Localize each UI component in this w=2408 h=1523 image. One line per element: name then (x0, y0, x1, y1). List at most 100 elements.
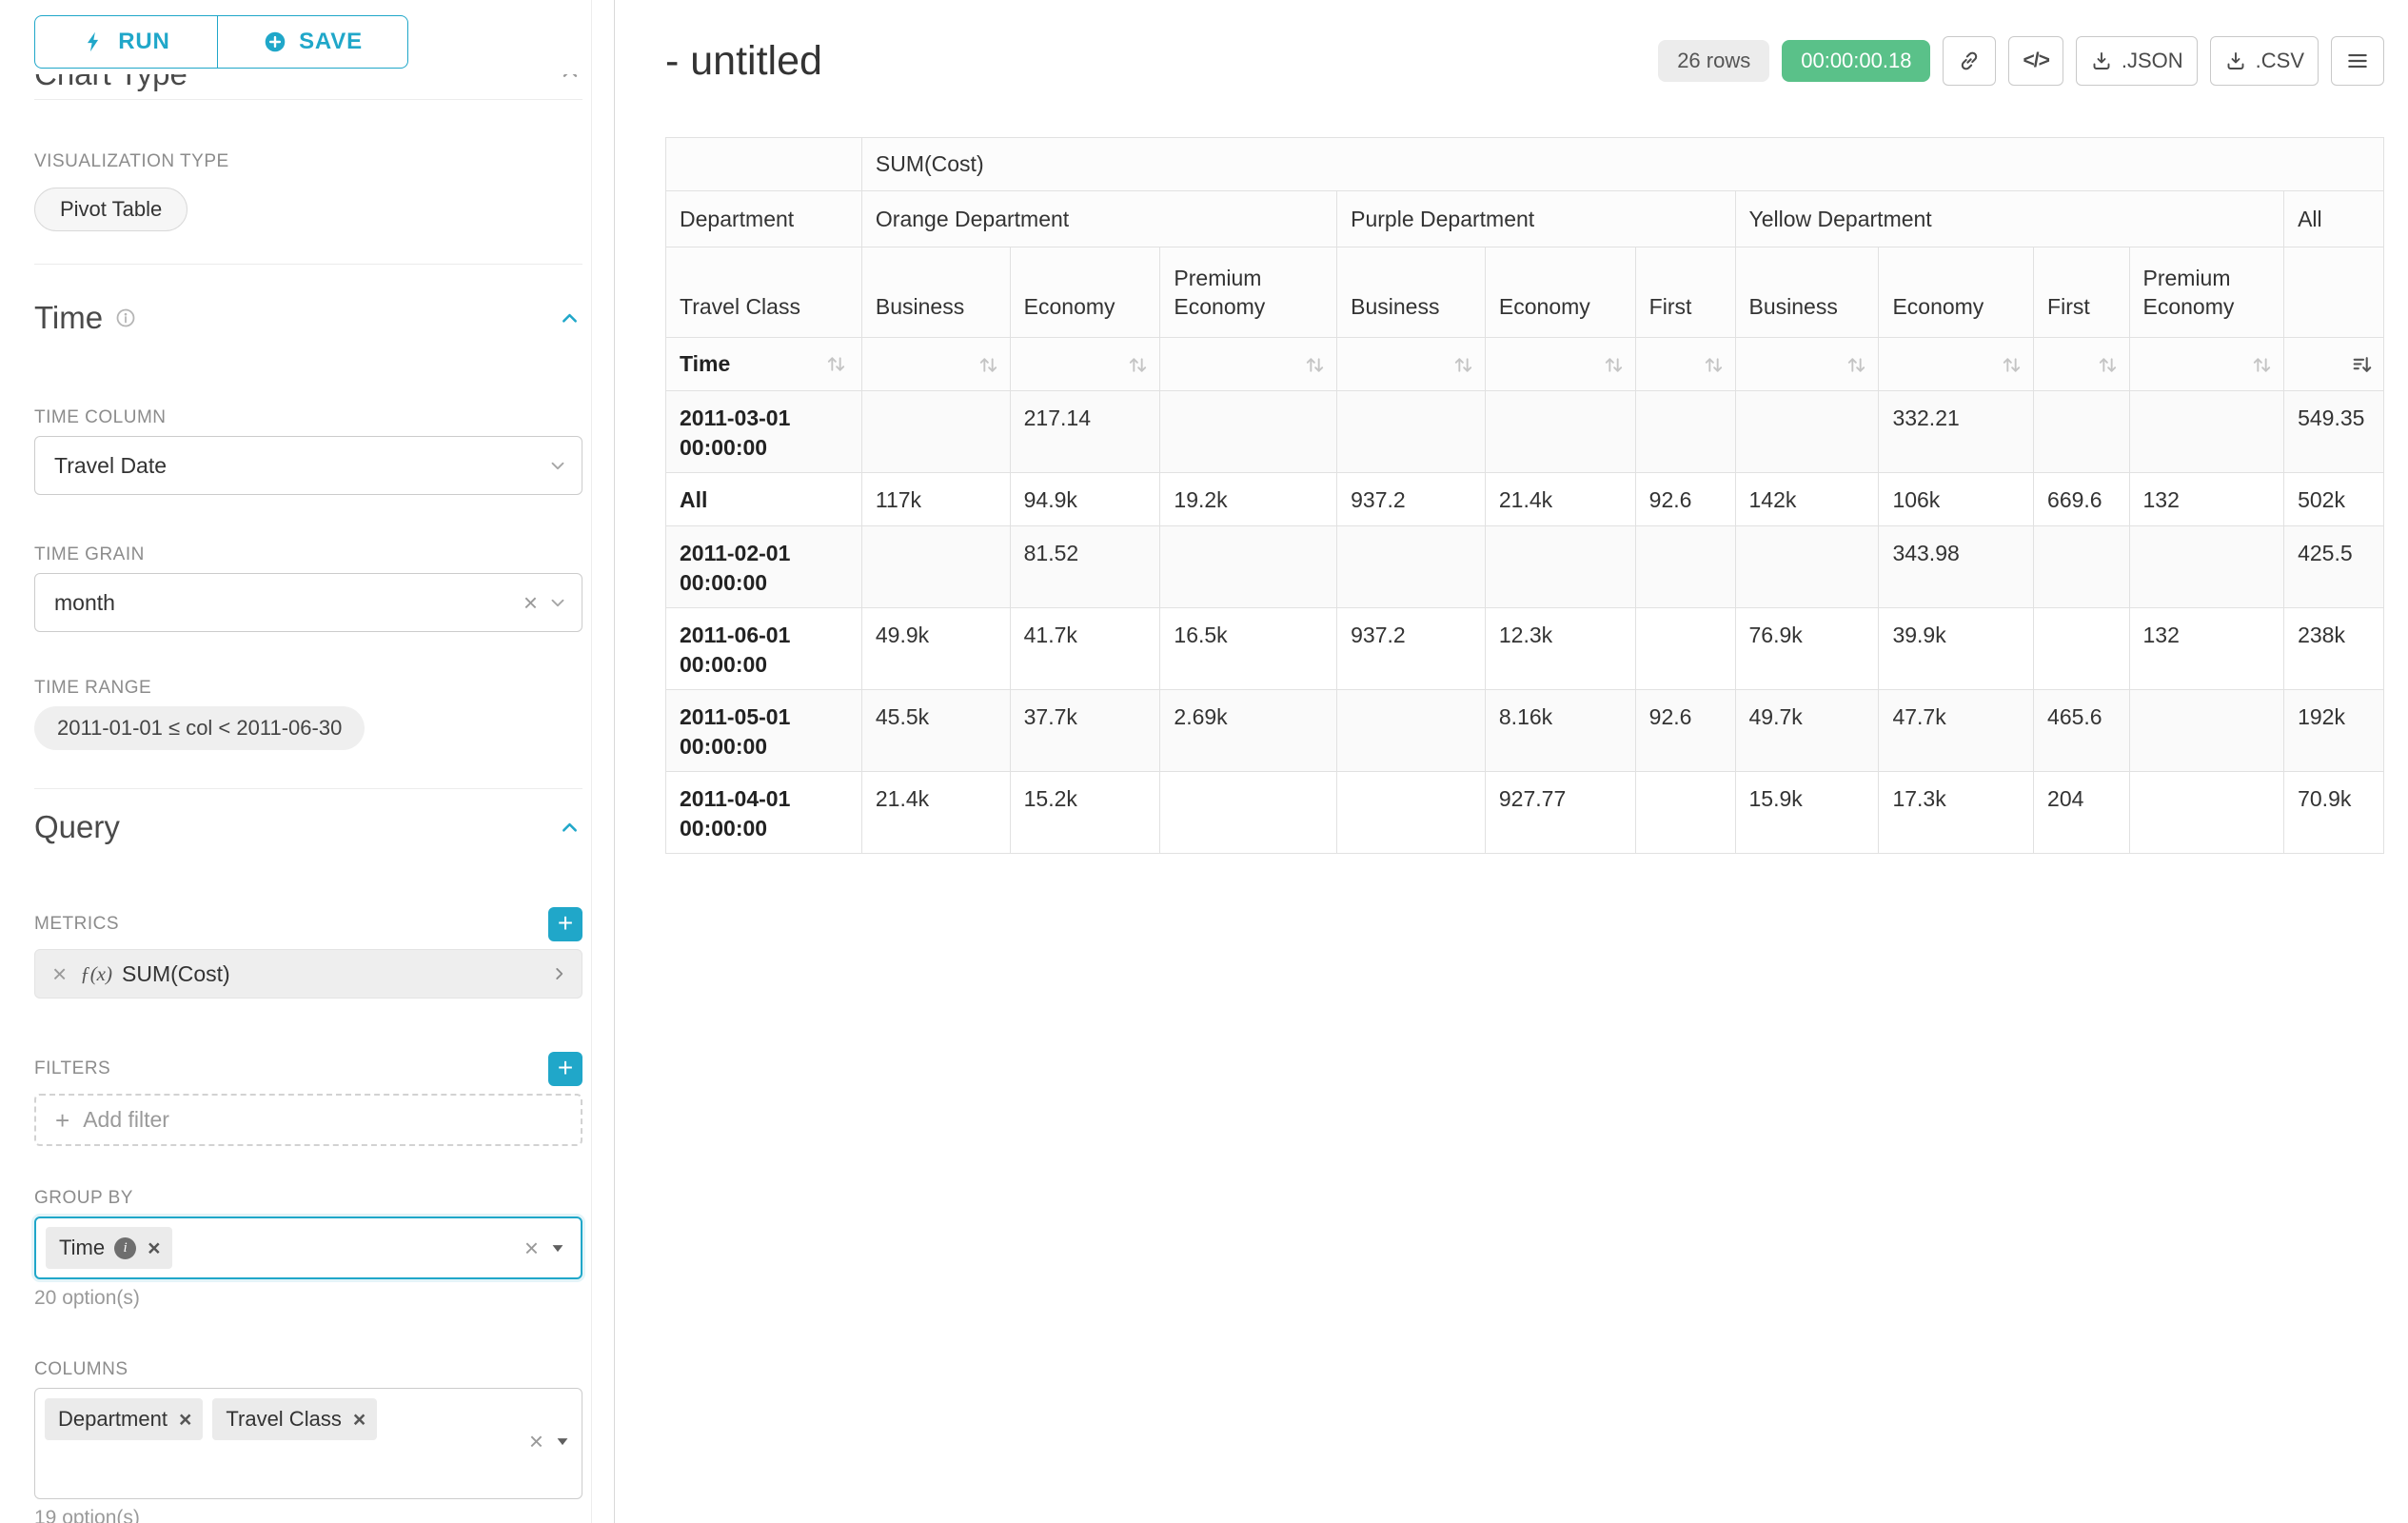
sort-icon[interactable] (2000, 353, 2023, 377)
value-cell (1337, 690, 1486, 772)
value-cell (1635, 608, 1735, 690)
columns-select[interactable]: Department × Travel Class × × (34, 1388, 582, 1499)
column-header: First (1635, 247, 1735, 338)
chevron-up-icon[interactable] (557, 306, 582, 331)
control-panel: RUN SAVE Chart Type VISUALIZATION TYPE P… (0, 0, 615, 1523)
value-cell: 76.9k (1735, 608, 1879, 690)
menu-button[interactable] (2331, 36, 2384, 86)
copy-link-button[interactable] (1943, 36, 1996, 86)
explore-view: RUN SAVE Chart Type VISUALIZATION TYPE P… (0, 0, 2408, 1523)
column-header: Business (1735, 247, 1879, 338)
add-metric-button[interactable]: + (548, 907, 582, 941)
value-cell: 549.35 (2284, 391, 2384, 473)
table-row: All117k94.9k19.2k937.221.4k92.6142k106k6… (666, 473, 2384, 526)
chart-title[interactable]: - untitled (665, 38, 822, 85)
value-cell: 21.4k (1485, 473, 1635, 526)
divider (34, 99, 582, 100)
query-section-header[interactable]: Query (34, 808, 582, 846)
value-cell (861, 526, 1010, 608)
group-by-select[interactable]: Time i × × (34, 1216, 582, 1279)
sort-icon[interactable] (1602, 353, 1626, 377)
time-column-select[interactable]: Travel Date (34, 436, 582, 495)
chevron-up-icon[interactable] (557, 815, 582, 841)
value-cell (1635, 772, 1735, 854)
columns-tag: Department × (45, 1398, 203, 1440)
caret-right-icon[interactable] (549, 963, 570, 984)
value-cell: 117k (861, 473, 1010, 526)
time-grain-select[interactable]: month × (34, 573, 582, 632)
row-label: 2011-04-01 00:00:00 (666, 772, 862, 854)
remove-tag-icon[interactable]: × (146, 1237, 160, 1259)
sort-icon[interactable] (2250, 353, 2274, 377)
metric-header-row: SUM(Cost) (666, 138, 2384, 191)
time-column-label: TIME COLUMN (34, 407, 582, 428)
value-cell: 425.5 (2284, 526, 2384, 608)
add-filter-plus-button[interactable]: + (548, 1052, 582, 1086)
column-header: Premium Economy (2129, 247, 2284, 338)
chevron-up-icon[interactable] (558, 74, 582, 86)
value-cell (1635, 391, 1735, 473)
sort-icon[interactable] (2096, 353, 2120, 377)
value-cell: 238k (2284, 608, 2384, 690)
value-cell: 204 (2034, 772, 2129, 854)
code-icon: </> (2023, 49, 2048, 72)
row-label: All (666, 473, 862, 526)
viz-type-pill[interactable]: Pivot Table (34, 188, 188, 231)
group-by-options-hint: 20 option(s) (34, 1287, 582, 1310)
sort-descending-icon[interactable] (2350, 353, 2374, 377)
sort-icon[interactable] (1303, 353, 1327, 377)
embed-code-button[interactable]: </> (2008, 36, 2063, 86)
value-cell (2034, 608, 2129, 690)
chevron-down-icon (547, 592, 568, 613)
table-row: 2011-02-01 00:00:0081.52343.98425.5 (666, 526, 2384, 608)
sort-icon[interactable] (824, 352, 848, 376)
sort-cell (2284, 338, 2384, 391)
save-button[interactable]: SAVE (217, 15, 408, 69)
column-group-header: Orange Department (861, 191, 1336, 247)
info-icon (114, 307, 137, 329)
time-range-pill[interactable]: 2011-01-01 ≤ col < 2011-06-30 (34, 706, 365, 750)
metric-item[interactable]: × ƒ(x) SUM(Cost) (34, 949, 582, 999)
value-cell (1485, 391, 1635, 473)
caret-down-icon (548, 1238, 567, 1257)
remove-tag-icon[interactable]: × (351, 1409, 365, 1431)
clear-icon[interactable]: × (520, 1429, 553, 1454)
value-cell: 19.2k (1160, 473, 1337, 526)
sort-icon[interactable] (1126, 353, 1150, 377)
value-cell (1337, 526, 1486, 608)
download-csv-button[interactable]: .CSV (2210, 36, 2319, 86)
value-cell: 16.5k (1160, 608, 1337, 690)
time-section-header[interactable]: Time (34, 299, 582, 337)
sort-cell (1337, 338, 1486, 391)
sort-icon[interactable] (977, 353, 1000, 377)
query-section-title: Query (34, 809, 120, 845)
row-label: 2011-02-01 00:00:00 (666, 526, 862, 608)
clear-icon[interactable]: × (514, 590, 547, 615)
run-button[interactable]: RUN (34, 15, 218, 69)
remove-metric-icon[interactable]: × (43, 961, 76, 986)
value-cell: 343.98 (1879, 526, 2034, 608)
value-cell: 21.4k (861, 772, 1010, 854)
value-cell: 45.5k (861, 690, 1010, 772)
value-cell (1735, 391, 1879, 473)
row-label: 2011-05-01 00:00:00 (666, 690, 862, 772)
download-json-button[interactable]: .JSON (2076, 36, 2198, 86)
sort-icon[interactable] (1451, 353, 1475, 377)
add-filter-button[interactable]: + Add filter (34, 1094, 582, 1146)
column-group-header: Yellow Department (1735, 191, 2284, 247)
value-cell: 47.7k (1879, 690, 2034, 772)
download-icon (2224, 49, 2247, 72)
value-cell (1160, 772, 1337, 854)
group-by-label: GROUP BY (34, 1188, 582, 1209)
table-row: 2011-06-01 00:00:0049.9k41.7k16.5k937.21… (666, 608, 2384, 690)
clear-icon[interactable]: × (515, 1236, 548, 1260)
sort-icon[interactable] (1845, 353, 1868, 377)
remove-tag-icon[interactable]: × (177, 1409, 191, 1431)
pivot-table: SUM(Cost)DepartmentOrange DepartmentPurp… (665, 137, 2384, 854)
value-cell: 465.6 (2034, 690, 2129, 772)
value-cell: 2.69k (1160, 690, 1337, 772)
value-cell: 49.9k (861, 608, 1010, 690)
value-cell (2129, 391, 2284, 473)
sort-icon[interactable] (1702, 353, 1726, 377)
chevron-down-icon (547, 455, 568, 476)
